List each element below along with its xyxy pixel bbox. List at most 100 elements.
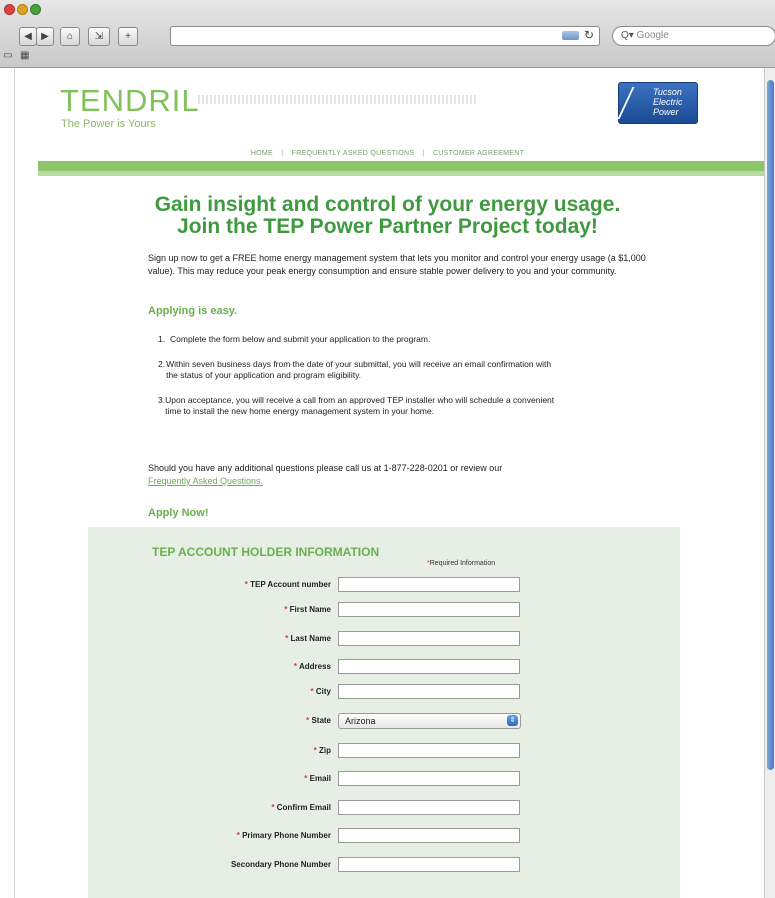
reading-list-icon[interactable]: ▭ <box>3 50 12 61</box>
headline-line-2: Join the TEP Power Partner Project today… <box>177 215 598 238</box>
form-row-address: * Address <box>0 659 775 677</box>
label-text: City <box>315 687 331 696</box>
tep-logo[interactable]: Tucson Electric Power <box>617 82 698 124</box>
form-row-zip: * Zip <box>0 743 775 761</box>
field-label: * Primary Phone Number <box>237 831 331 840</box>
label-text: Address <box>298 662 331 671</box>
list-item: 1. Complete the form below and submit yo… <box>158 334 558 345</box>
search-icon: Q▾ <box>621 30 634 41</box>
form-row-confirm-email: * Confirm Email <box>0 800 775 818</box>
contact-text: Should you have any additional questions… <box>148 463 503 473</box>
nav-customer-agreement[interactable]: CUSTOMER AGREEMENT <box>433 150 524 157</box>
forward-arrow-icon: ▶ <box>41 31 49 42</box>
reload-icon[interactable]: ↻ <box>584 28 594 42</box>
required-asterisk: * <box>304 774 308 783</box>
rss-icon[interactable] <box>562 31 579 40</box>
required-asterisk: * <box>306 716 310 725</box>
state-select[interactable]: Arizona ⇕ <box>338 713 521 729</box>
steps-list: 1. Complete the form below and submit yo… <box>158 334 558 431</box>
field-label: Secondary Phone Number <box>231 860 331 869</box>
label-text: Zip <box>319 746 331 755</box>
email-field[interactable] <box>338 771 520 786</box>
minimize-window-icon[interactable] <box>17 4 28 15</box>
field-label: * Confirm Email <box>271 803 331 812</box>
add-bookmark-button[interactable]: + <box>118 27 138 46</box>
form-title: TEP ACCOUNT HOLDER INFORMATION <box>152 545 380 559</box>
top-navigation: HOME | FREQUENTLY ASKED QUESTIONS | CUST… <box>0 150 775 157</box>
header-decoration <box>198 95 478 104</box>
required-asterisk: * <box>236 831 240 840</box>
confirm-email-field[interactable] <box>338 800 520 815</box>
required-note-text: Required Information <box>429 560 496 567</box>
maximize-window-icon[interactable] <box>30 4 41 15</box>
back-arrow-icon: ◀ <box>24 31 32 42</box>
nav-home[interactable]: HOME <box>251 150 273 157</box>
step-number: 2. <box>158 359 166 369</box>
home-button[interactable]: ⌂ <box>60 27 80 46</box>
bookmarks-grid-icon[interactable]: ▦ <box>20 50 29 61</box>
step-text: Within seven business days from the date… <box>166 359 552 380</box>
label-text: State <box>311 716 331 725</box>
plus-icon: + <box>125 31 131 42</box>
label-text: Confirm Email <box>276 803 331 812</box>
field-label: * Email <box>304 774 331 783</box>
zip-field[interactable] <box>338 743 520 758</box>
list-item: 2. Within seven business days from the d… <box>158 359 558 381</box>
state-selected-value: Arizona <box>345 716 376 726</box>
page-headline: Gain insight and control of your energy … <box>0 194 775 238</box>
field-label: * Address <box>294 662 331 671</box>
contact-paragraph: Should you have any additional questions… <box>148 462 628 488</box>
resize-button[interactable]: ⇲ <box>88 27 110 46</box>
resize-icon: ⇲ <box>94 31 104 42</box>
required-asterisk: * <box>310 687 314 696</box>
tendril-logo[interactable]: TENDRIL <box>60 83 200 119</box>
faq-link[interactable]: Frequently Asked Questions. <box>148 476 263 486</box>
step-number: 3. <box>158 395 166 405</box>
label-text: Last Name <box>290 634 331 643</box>
tep-logo-text: Tucson Electric Power <box>653 87 683 117</box>
field-label: * State <box>306 716 331 725</box>
label-text: Secondary Phone Number <box>230 860 331 869</box>
form-row-first-name: * First Name <box>0 602 775 620</box>
field-label: * Zip <box>314 746 331 755</box>
label-text: Email <box>309 774 331 783</box>
required-note: *Required Information <box>427 560 495 567</box>
nav-separator: | <box>422 150 425 157</box>
back-button[interactable]: ◀ <box>19 27 37 46</box>
label-text: TEP Account number <box>250 580 331 589</box>
first-name-field[interactable] <box>338 602 520 617</box>
required-asterisk: * <box>271 803 275 812</box>
address-bar[interactable]: ↻ <box>170 26 600 46</box>
field-label: * First Name <box>284 605 331 614</box>
headline-line-1: Gain insight and control of your energy … <box>154 193 621 216</box>
applying-heading: Applying is easy. <box>148 305 238 317</box>
search-field[interactable]: Q▾ Google <box>612 26 775 46</box>
list-item: 3. Upon acceptance, you will receive a c… <box>158 395 558 417</box>
form-row-email: * Email <box>0 771 775 789</box>
required-asterisk: * <box>313 746 317 755</box>
form-row-city: * City <box>0 684 775 702</box>
primary-phone-field[interactable] <box>338 828 520 843</box>
apply-heading: Apply Now! <box>148 507 209 519</box>
step-number: 1. <box>158 334 166 344</box>
nav-separator: | <box>281 150 284 157</box>
city-field[interactable] <box>338 684 520 699</box>
nav-faq[interactable]: FREQUENTLY ASKED QUESTIONS <box>292 150 415 157</box>
form-row-account-number: * TEP Account number <box>0 577 775 595</box>
secondary-phone-field[interactable] <box>338 857 520 872</box>
label-text: Primary Phone Number <box>242 831 331 840</box>
required-asterisk: * <box>293 662 298 671</box>
last-name-field[interactable] <box>338 631 520 646</box>
intro-paragraph: Sign up now to get a FREE home energy ma… <box>148 253 646 276</box>
account-number-field[interactable] <box>338 577 520 592</box>
close-window-icon[interactable] <box>4 4 15 15</box>
address-field[interactable] <box>338 659 520 674</box>
home-icon: ⌂ <box>66 31 74 42</box>
required-asterisk: * <box>285 634 289 643</box>
required-asterisk: * <box>284 605 288 614</box>
forward-button[interactable]: ▶ <box>36 27 54 46</box>
field-label: * Last Name <box>285 634 331 643</box>
search-placeholder: Google <box>636 30 669 41</box>
form-row-state: * State Arizona ⇕ <box>0 713 775 731</box>
form-row-secondary-phone: Secondary Phone Number <box>0 857 775 875</box>
